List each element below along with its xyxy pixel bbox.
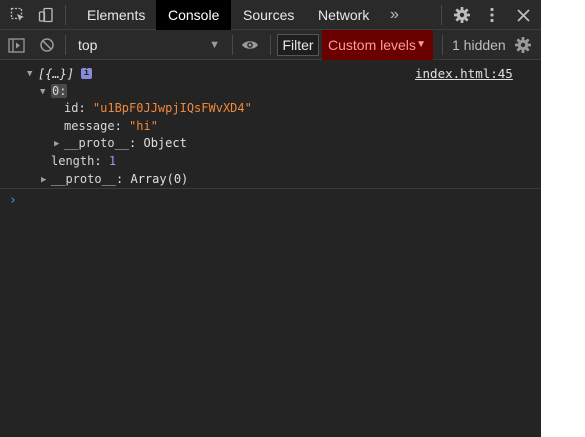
log-levels-dropdown[interactable]: Custom levels ▼ (322, 30, 433, 60)
settings-icon[interactable] (452, 5, 472, 25)
page-background (541, 0, 585, 437)
property-value: Array(0) (130, 172, 189, 186)
property-colon: : (116, 172, 131, 186)
property-key: length (51, 154, 95, 168)
settings-icon[interactable] (513, 35, 533, 55)
tab-network[interactable]: Network (306, 0, 381, 30)
property-row-message: message: "hi" (64, 119, 158, 133)
expand-triangle-icon[interactable]: ▶ (54, 139, 59, 149)
clear-console-icon[interactable] (37, 35, 57, 55)
log-summary[interactable]: [{…}] (38, 67, 74, 81)
console-prompt[interactable]: › (9, 193, 17, 208)
property-value-number: 1 (108, 154, 117, 168)
tab-elements[interactable]: Elements (75, 0, 157, 30)
inspect-element-icon[interactable] (8, 5, 28, 25)
collapse-triangle-icon[interactable]: ▼ (40, 87, 45, 97)
property-key: id (64, 101, 79, 115)
tab-bar-divider (65, 5, 66, 25)
devtools-panel: Elements Console Sources Network » top ▼ (0, 0, 541, 437)
devtools-tab-bar: Elements Console Sources Network » (0, 0, 541, 30)
property-row-proto[interactable]: __proto__: Object (64, 136, 187, 150)
tab-console[interactable]: Console (156, 0, 231, 30)
array-index-label: 0: (51, 84, 68, 98)
toolbar-divider (442, 35, 443, 55)
collapse-triangle-icon[interactable]: ▼ (27, 69, 32, 79)
property-value-string: "hi" (129, 119, 158, 133)
dropdown-arrow-icon: ▼ (416, 39, 426, 50)
tab-bar-divider (441, 5, 442, 25)
filter-input[interactable]: Filter (277, 34, 319, 56)
property-key: __proto__ (51, 172, 117, 186)
expand-triangle-icon[interactable]: ▶ (41, 175, 46, 185)
property-value-string: "u1BpF0JJwpjIQsFWvXD4" (92, 101, 252, 115)
property-key: __proto__ (64, 136, 130, 150)
toolbar-divider (232, 35, 233, 55)
more-tabs-icon[interactable]: » (378, 0, 411, 30)
toolbar-divider (65, 35, 66, 55)
property-row-length: length: 1 (51, 154, 116, 168)
context-selector[interactable]: top ▼ (70, 30, 228, 60)
array-index[interactable]: 0: (51, 84, 68, 98)
dropdown-arrow-icon: ▼ (209, 39, 220, 51)
eye-icon[interactable] (240, 35, 260, 55)
property-colon: : (94, 154, 109, 168)
property-key: message (64, 119, 115, 133)
property-colon: : (114, 119, 130, 133)
property-colon: : (129, 136, 144, 150)
kebab-menu-icon[interactable] (482, 5, 502, 25)
property-colon: : (78, 101, 93, 115)
log-levels-label: Custom levels (328, 37, 416, 53)
close-icon[interactable] (513, 5, 533, 25)
sidebar-toggle-icon[interactable] (6, 35, 26, 55)
context-label: top (78, 37, 98, 53)
tab-sources[interactable]: Sources (231, 0, 306, 30)
hidden-messages-count: 1 hidden (452, 37, 506, 53)
console-output: ▼ [{…}] i index.html:45 ▼ 0: id: "u1BpF0… (0, 60, 541, 437)
source-link[interactable]: index.html:45 (415, 66, 513, 81)
property-row-id: id: "u1BpF0JJwpjIQsFWvXD4" (64, 101, 252, 115)
toolbar-divider (270, 35, 271, 55)
info-badge-icon[interactable]: i (81, 68, 92, 79)
property-value: Object (143, 136, 187, 150)
console-toolbar: top ▼ Filter 1 hidden (0, 30, 541, 60)
property-row-proto[interactable]: __proto__: Array(0) (51, 172, 188, 186)
device-toolbar-icon[interactable] (36, 5, 56, 25)
message-divider (0, 188, 541, 189)
